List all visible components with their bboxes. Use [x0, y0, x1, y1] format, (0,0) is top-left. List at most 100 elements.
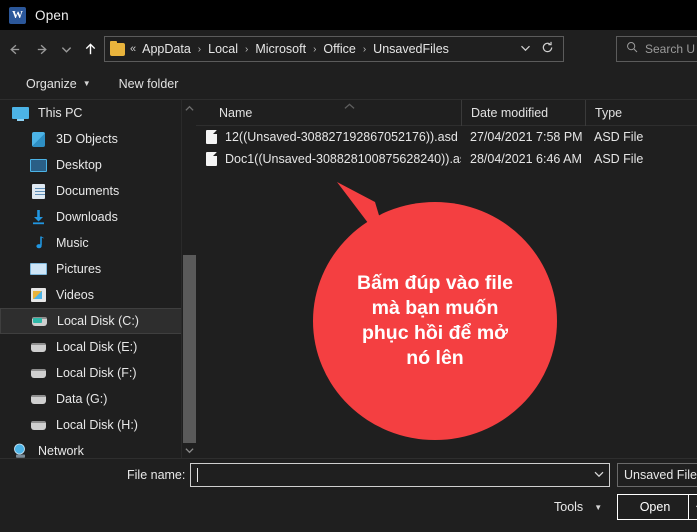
sidebar-item-documents[interactable]: Documents [0, 178, 195, 204]
sidebar-item-label: Network [38, 444, 84, 458]
sidebar-item-downloads[interactable]: Downloads [0, 204, 195, 230]
sidebar-item-network[interactable]: Network [0, 438, 195, 458]
file-type-filter-label: Unsaved Files [624, 468, 697, 482]
scroll-down-icon[interactable] [182, 442, 197, 458]
open-file-dialog: W Open « AppData › Local › Microsoft › O… [0, 0, 697, 532]
organize-label: Organize [26, 76, 77, 91]
breadcrumb-separator: › [362, 43, 367, 55]
breadcrumb-separator: › [245, 43, 249, 55]
sort-ascending-icon [344, 102, 355, 112]
column-header-type[interactable]: Type [585, 99, 697, 126]
word-icon-letter: W [12, 8, 23, 21]
sidebar-item-desktop[interactable]: Desktop [0, 152, 195, 178]
breadcrumb: « AppData › Local › Microsoft › Office ›… [130, 41, 514, 57]
pc-icon [12, 105, 29, 121]
scroll-up-icon[interactable] [182, 100, 197, 116]
column-header-name[interactable]: Name [196, 100, 461, 126]
refresh-icon[interactable] [541, 41, 561, 57]
3d-objects-icon [30, 131, 47, 147]
sidebar-item-label: Local Disk (C:) [57, 314, 139, 328]
folder-icon [110, 40, 125, 56]
breadcrumb-item-local[interactable]: Local [206, 41, 240, 57]
file-type-filter-dropdown[interactable]: Unsaved Files [617, 463, 697, 487]
tools-label: Tools [554, 500, 584, 514]
sidebar-item-label: Videos [56, 288, 94, 302]
sidebar-item-label: Local Disk (H:) [56, 418, 138, 432]
search-icon [626, 40, 638, 58]
search-input[interactable]: Search U [645, 42, 695, 56]
sidebar-item-local-disk-c[interactable]: Local Disk (C:) [0, 308, 187, 334]
title-bar: W Open [0, 0, 697, 30]
desktop-icon [30, 157, 47, 173]
window-title: Open [35, 7, 69, 23]
word-icon: W [9, 6, 26, 24]
forward-arrow-icon[interactable] [28, 34, 56, 64]
sidebar-item-label: Documents [56, 184, 120, 198]
sidebar-item-local-disk-f[interactable]: Local Disk (F:) [0, 360, 195, 386]
sidebar-item-music[interactable]: Music [0, 230, 195, 256]
open-button[interactable]: Open [617, 494, 697, 520]
annotation-text: Bấm đúp vào file mà bạn muốn phục hồi để… [356, 272, 514, 369]
drive-icon [30, 391, 47, 407]
breadcrumb-item-unsavedfiles[interactable]: UnsavedFiles [371, 41, 451, 57]
file-name-input[interactable] [190, 463, 610, 487]
table-row[interactable]: Doc1((Unsaved-308828100875628240)).asd 28… [196, 148, 697, 170]
navigation-pane: This PC 3D Objects Desktop Documents Downloa… [0, 100, 195, 458]
sidebar-item-label: 3D Objects [56, 132, 118, 146]
file-name-cell[interactable]: 12((Unsaved-308827192867052176)).asd [196, 130, 461, 144]
file-name-text: Doc1((Unsaved-308828100875628240)).asd [225, 152, 461, 166]
open-split-chevron-down-icon[interactable] [688, 495, 697, 519]
up-arrow-icon[interactable] [76, 34, 104, 64]
file-name-label: File name: [127, 468, 186, 482]
sidebar-item-local-disk-e[interactable]: Local Disk (E:) [0, 334, 195, 360]
column-header-type-label: Type [595, 105, 623, 120]
documents-icon [30, 183, 47, 199]
file-name-chevron-down-icon[interactable] [587, 470, 605, 481]
sidebar-item-label: Downloads [56, 210, 118, 224]
sidebar-item-label: Local Disk (E:) [56, 340, 138, 354]
sidebar-item-label: Data (G:) [56, 392, 108, 406]
open-button-label: Open [639, 500, 671, 514]
annotation-callout: Bấm đúp vào file mà bạn muốn phục hồi để… [313, 180, 563, 440]
recent-locations-chevron-down-icon[interactable] [56, 34, 76, 64]
column-header-date-modified[interactable]: Date modified [461, 99, 585, 126]
text-caret [197, 468, 198, 482]
breadcrumb-separator: › [313, 43, 317, 55]
search-box[interactable]: Search U [616, 36, 697, 62]
network-icon [12, 443, 29, 458]
address-chevron-down-icon[interactable] [514, 44, 541, 55]
file-name-cell[interactable]: Doc1((Unsaved-308828100875628240)).asd [196, 152, 461, 166]
breadcrumb-overflow[interactable]: « [130, 43, 140, 55]
organize-button[interactable]: Organize ▼ [18, 73, 99, 95]
sidebar-scrollbar[interactable] [181, 100, 196, 458]
breadcrumb-item-office[interactable]: Office [321, 41, 357, 57]
tools-button[interactable]: Tools ▼ [548, 496, 608, 518]
address-bar[interactable]: « AppData › Local › Microsoft › Office ›… [104, 36, 564, 62]
date-modified-cell: 28/04/2021 6:46 AM [470, 152, 582, 166]
chevron-down-icon: ▼ [594, 502, 603, 512]
sidebar-item-label: Desktop [56, 158, 102, 172]
sidebar-item-local-disk-h[interactable]: Local Disk (H:) [0, 412, 195, 438]
sidebar-scrollbar-thumb[interactable] [183, 255, 196, 443]
videos-icon [30, 287, 47, 303]
column-headers: Name Date modified Type [196, 99, 697, 126]
table-row[interactable]: 12((Unsaved-308827192867052176)).asd 27/0… [196, 126, 697, 148]
file-name-text: 12((Unsaved-308827192867052176)).asd [225, 130, 458, 144]
drive-icon [30, 365, 47, 381]
sidebar-item-label: Pictures [56, 262, 102, 276]
sidebar-item-videos[interactable]: Videos [0, 282, 195, 308]
sidebar-item-3d-objects[interactable]: 3D Objects [0, 126, 195, 152]
type-cell: ASD File [594, 152, 644, 166]
column-header-date-modified-label: Date modified [471, 105, 549, 120]
breadcrumb-item-microsoft[interactable]: Microsoft [253, 41, 308, 57]
chevron-down-icon: ▼ [82, 79, 91, 88]
sidebar-item-data-g[interactable]: Data (G:) [0, 386, 195, 412]
sidebar-item-pictures[interactable]: Pictures [0, 256, 195, 282]
sidebar-item-this-pc[interactable]: This PC [0, 100, 195, 126]
column-header-name-label: Name [219, 105, 253, 120]
back-arrow-icon[interactable] [0, 34, 28, 64]
new-folder-button[interactable]: New folder [111, 73, 187, 95]
breadcrumb-item-appdata[interactable]: AppData [140, 41, 193, 57]
command-bar: Organize ▼ New folder [0, 68, 697, 100]
callout-bubble: Bấm đúp vào file mà bạn muốn phục hồi để… [313, 202, 557, 440]
